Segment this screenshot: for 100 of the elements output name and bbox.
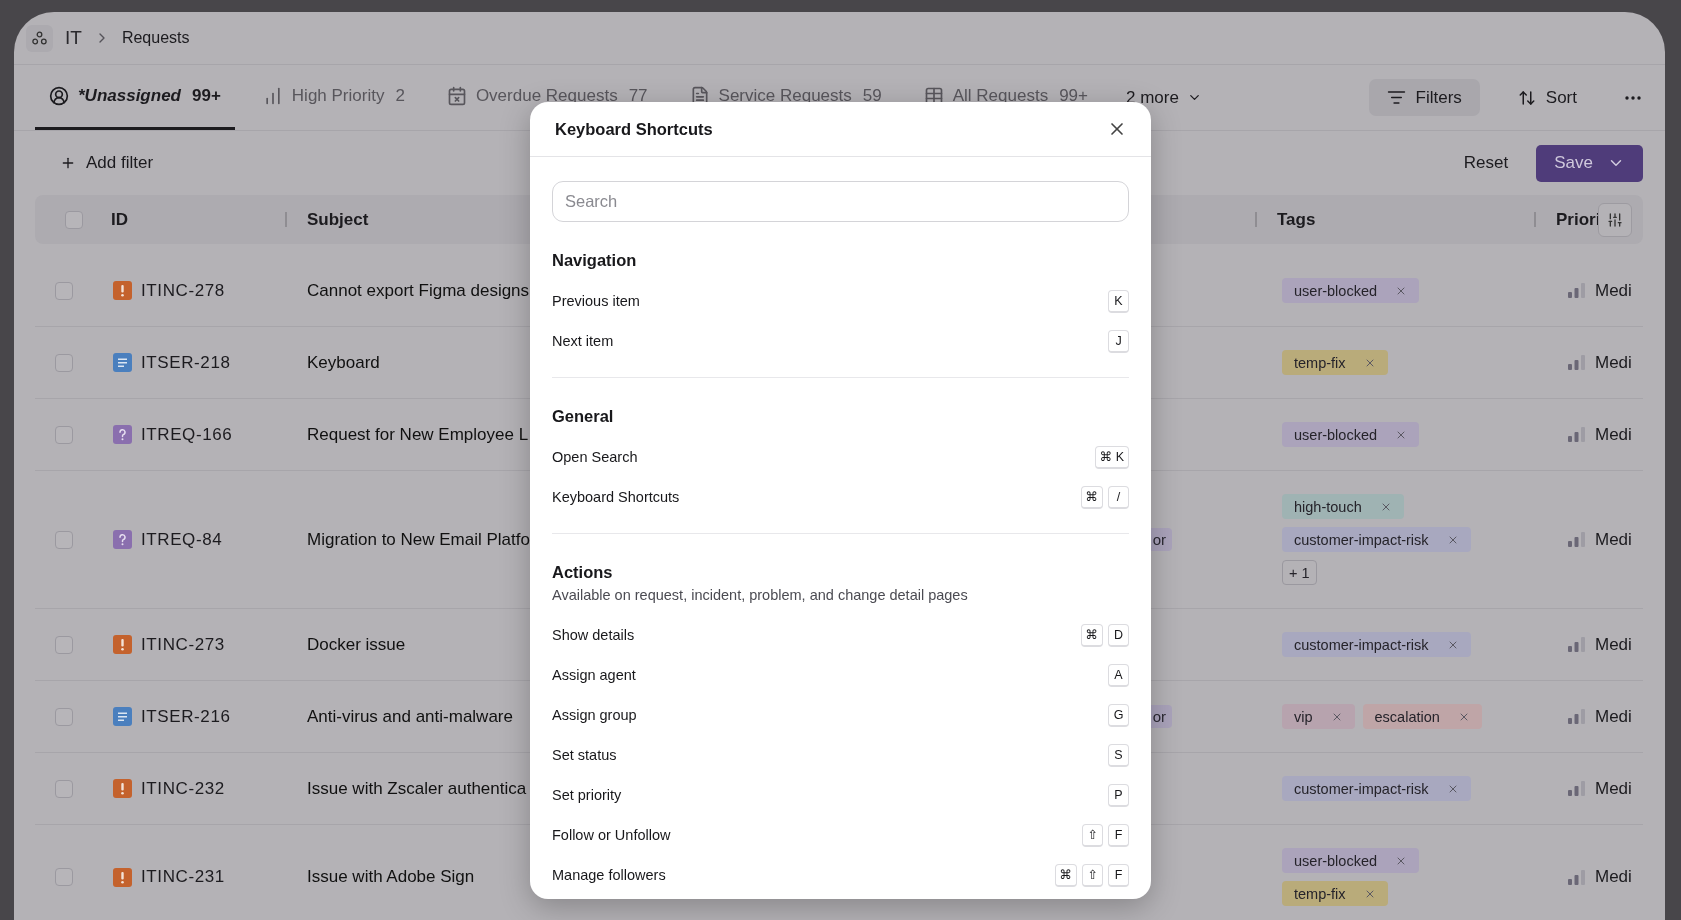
- signal-bars-icon: [1568, 869, 1585, 885]
- section-description: Available on request, incident, problem, and change detail pages: [552, 586, 969, 605]
- shortcut-label: Manage followers: [552, 867, 666, 883]
- sort-icon: [1517, 88, 1536, 107]
- tag: temp-fix: [1282, 881, 1388, 906]
- key-cap: F: [1108, 863, 1129, 887]
- shortcut-label: Set priority: [552, 787, 622, 803]
- document-lines-icon: [113, 707, 132, 726]
- signal-bars-icon: [1568, 709, 1585, 724]
- tag: customer-impact-risk: [1282, 527, 1471, 552]
- save-button[interactable]: Save: [1536, 144, 1643, 182]
- request-subject[interactable]: Issue with Adobe Sign: [285, 867, 475, 887]
- request-subject[interactable]: Cannot export Figma designs: [285, 280, 530, 301]
- reset-button[interactable]: Reset: [1457, 152, 1515, 174]
- shortcut-label: Open Search: [552, 449, 638, 465]
- shortcut-label: Keyboard Shortcuts: [552, 489, 680, 505]
- row-checkbox[interactable]: [55, 281, 73, 300]
- tag: customer-impact-risk: [1282, 776, 1471, 801]
- signal-bars-icon: [1568, 355, 1585, 370]
- view-tab[interactable]: High Priority 2: [248, 65, 419, 130]
- signal-bars-icon: [1568, 427, 1585, 442]
- sort-button[interactable]: Sort: [1503, 79, 1591, 116]
- key-cap: ⌘ K: [1094, 445, 1129, 469]
- section-heading: Navigation: [552, 250, 638, 271]
- row-checkbox[interactable]: [55, 635, 73, 654]
- tag: escalation: [1362, 704, 1482, 729]
- request-subject[interactable]: Issue with Zscaler authentica: [285, 778, 527, 799]
- key-cap: ⇧: [1082, 823, 1103, 847]
- exclamation-icon: [113, 635, 132, 654]
- key-cap: ⇧: [1082, 863, 1103, 887]
- shortcut-label: Assign group: [552, 707, 637, 723]
- request-id[interactable]: ITREQ-166: [141, 424, 233, 445]
- request-subject[interactable]: Docker issue: [285, 634, 406, 655]
- request-subject[interactable]: Anti-virus and anti-malware: [285, 706, 513, 727]
- request-id[interactable]: ITSER-218: [141, 352, 231, 373]
- priority-label: Medi: [1595, 867, 1632, 887]
- section-heading: General: [552, 406, 615, 427]
- key-cap: ⌘: [1080, 623, 1103, 647]
- key-cap: F: [1108, 823, 1129, 847]
- priority-label: Medi: [1595, 352, 1632, 373]
- row-checkbox[interactable]: [55, 868, 73, 886]
- row-checkbox[interactable]: [55, 530, 73, 549]
- request-id[interactable]: ITINC-231: [141, 867, 225, 887]
- select-all-checkbox[interactable]: [65, 210, 83, 229]
- shortcut-label: Follow or Unfollow: [552, 827, 671, 843]
- request-id[interactable]: ITSER-216: [141, 706, 231, 727]
- view-tab[interactable]: *Unassigned 99+: [35, 65, 235, 130]
- key-cap: A: [1108, 663, 1129, 687]
- signal-bars-icon: [1568, 283, 1585, 298]
- row-checkbox[interactable]: [55, 425, 73, 444]
- row-checkbox[interactable]: [55, 353, 73, 372]
- user-circle-icon: [49, 86, 69, 106]
- priority-label: Medi: [1595, 778, 1632, 799]
- column-header[interactable]: Subject: [307, 209, 369, 230]
- plus-icon: [60, 155, 76, 171]
- add-filter-button[interactable]: Add filter: [54, 152, 160, 174]
- filter-icon: [1386, 88, 1406, 107]
- request-subject[interactable]: Migration to New Email Platfo: [285, 529, 530, 550]
- tag: temp-fix: [1282, 350, 1388, 375]
- filters-button[interactable]: Filters: [1368, 79, 1480, 116]
- search-field[interactable]: Search: [552, 181, 1129, 222]
- tag: user-blocked: [1282, 422, 1419, 447]
- row-checkbox[interactable]: [55, 779, 73, 798]
- calendar-x-icon: [446, 86, 467, 106]
- row-checkbox[interactable]: [55, 707, 73, 726]
- shortcut-label: Next item: [552, 333, 614, 349]
- signal-bars-icon: [1568, 781, 1585, 796]
- priority-label: Medi: [1595, 706, 1632, 727]
- exclamation-icon: [113, 779, 132, 798]
- column-header[interactable]: Priori: [1556, 209, 1601, 230]
- shortcut-label: Set status: [552, 747, 617, 763]
- column-header[interactable]: ID: [111, 209, 128, 230]
- request-id[interactable]: ITINC-273: [141, 634, 225, 655]
- more-icon: [1625, 95, 1641, 100]
- request-id[interactable]: ITREQ-84: [141, 529, 223, 550]
- key-cap: ⌘: [1054, 863, 1077, 887]
- app-switcher-button[interactable]: [26, 24, 53, 52]
- breadcrumb-root[interactable]: IT: [65, 27, 82, 49]
- key-cap: G: [1108, 703, 1129, 727]
- column-header[interactable]: Tags: [1277, 209, 1316, 230]
- priority-label: Medi: [1595, 529, 1632, 550]
- request-subject[interactable]: Request for New Employee L: [285, 424, 529, 445]
- request-subject[interactable]: Keyboard: [285, 352, 380, 373]
- key-cap: D: [1108, 623, 1129, 647]
- key-cap: K: [1108, 289, 1129, 313]
- tag: customer-impact-risk: [1282, 632, 1471, 657]
- priority-label: Medi: [1595, 280, 1632, 301]
- breadcrumb-current[interactable]: Requests: [121, 29, 190, 47]
- request-id[interactable]: ITINC-232: [141, 778, 225, 799]
- more-tags-button[interactable]: + 1: [1282, 560, 1317, 585]
- column-settings-button[interactable]: [1598, 203, 1632, 237]
- settings-icon: [1607, 212, 1623, 228]
- shortcut-label: Show details: [552, 627, 635, 643]
- key-cap: ⌘: [1080, 485, 1103, 509]
- tag: vip: [1282, 704, 1355, 729]
- key-cap: J: [1108, 329, 1129, 353]
- request-id[interactable]: ITINC-278: [141, 280, 225, 301]
- tag: user-blocked: [1282, 848, 1419, 873]
- question-icon: [113, 530, 132, 549]
- shortcut-label: Assign agent: [552, 667, 636, 683]
